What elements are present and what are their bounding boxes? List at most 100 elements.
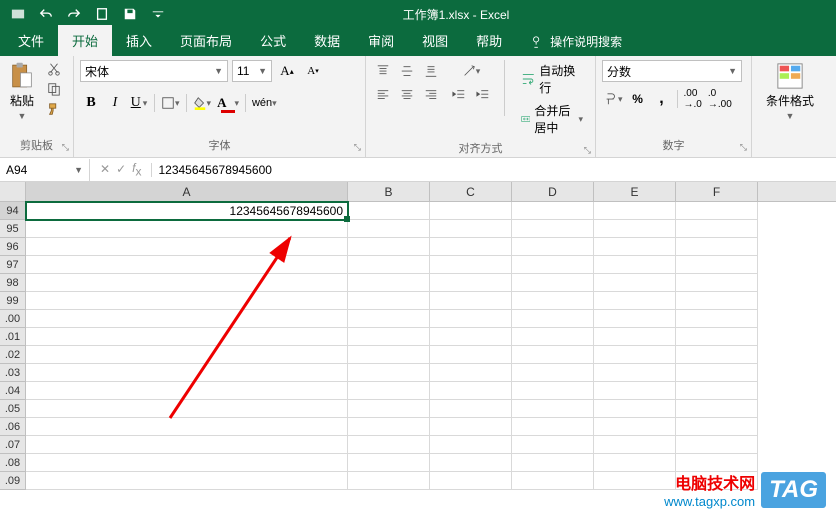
qat-customize-icon[interactable] [146, 3, 170, 25]
cell[interactable] [594, 256, 676, 274]
cell[interactable] [26, 400, 348, 418]
col-header-C[interactable]: C [430, 182, 512, 201]
align-bottom-icon[interactable] [420, 60, 442, 82]
cell[interactable] [348, 292, 430, 310]
row-header[interactable]: .08 [0, 454, 26, 472]
cell[interactable] [676, 238, 758, 256]
cell[interactable] [512, 436, 594, 454]
percent-icon[interactable]: % [627, 88, 649, 110]
font-name-select[interactable]: 宋体▼ [80, 60, 228, 82]
number-format-select[interactable]: 分数▼ [602, 60, 742, 82]
cell[interactable] [512, 328, 594, 346]
cell[interactable] [430, 454, 512, 472]
row-header[interactable]: 96 [0, 238, 26, 256]
row-header[interactable]: 99 [0, 292, 26, 310]
row-header[interactable]: 97 [0, 256, 26, 274]
cell[interactable] [512, 274, 594, 292]
cell[interactable] [594, 292, 676, 310]
tell-me[interactable]: 操作说明搜索 [516, 27, 636, 56]
cell[interactable] [430, 220, 512, 238]
tab-view[interactable]: 视图 [408, 25, 462, 56]
cell[interactable] [676, 346, 758, 364]
row-header[interactable]: .02 [0, 346, 26, 364]
grow-font-icon[interactable]: A▴ [276, 60, 298, 82]
tab-formula[interactable]: 公式 [246, 25, 300, 56]
cell[interactable] [26, 346, 348, 364]
cell[interactable] [594, 436, 676, 454]
new-icon[interactable] [90, 3, 114, 25]
cell[interactable] [594, 400, 676, 418]
cell[interactable] [348, 220, 430, 238]
cancel-icon[interactable]: ✕ [100, 162, 110, 176]
cell[interactable] [430, 292, 512, 310]
tab-layout[interactable]: 页面布局 [166, 25, 246, 56]
cell[interactable] [512, 238, 594, 256]
cell[interactable] [594, 328, 676, 346]
row-header[interactable]: .00 [0, 310, 26, 328]
cell[interactable] [512, 346, 594, 364]
cell[interactable] [594, 364, 676, 382]
accounting-icon[interactable]: ▾ [602, 88, 625, 110]
cell[interactable] [348, 364, 430, 382]
cell[interactable] [676, 328, 758, 346]
increase-decimal-icon[interactable]: .00→.0 [682, 88, 704, 110]
align-center-icon[interactable] [396, 84, 418, 106]
row-header[interactable]: .04 [0, 382, 26, 400]
cell[interactable] [26, 472, 348, 490]
cell[interactable] [430, 256, 512, 274]
cell[interactable] [676, 418, 758, 436]
underline-button[interactable]: U▾ [128, 92, 150, 114]
cell[interactable] [26, 292, 348, 310]
col-header-B[interactable]: B [348, 182, 430, 201]
save-icon[interactable] [118, 3, 142, 25]
cell[interactable] [26, 364, 348, 382]
tab-review[interactable]: 审阅 [354, 25, 408, 56]
fill-color-button[interactable]: ▾ [191, 92, 214, 114]
comma-icon[interactable]: , [651, 88, 673, 110]
cell[interactable] [26, 436, 348, 454]
align-middle-icon[interactable] [396, 60, 418, 82]
cell[interactable] [594, 346, 676, 364]
cell[interactable] [512, 310, 594, 328]
cell[interactable] [430, 238, 512, 256]
italic-button[interactable]: I [104, 92, 126, 114]
cell[interactable] [430, 202, 512, 220]
cell[interactable] [512, 202, 594, 220]
cell[interactable] [676, 310, 758, 328]
tab-insert[interactable]: 插入 [112, 25, 166, 56]
tab-home[interactable]: 开始 [58, 25, 112, 56]
cell[interactable] [512, 454, 594, 472]
cell[interactable] [26, 310, 348, 328]
cell[interactable] [348, 400, 430, 418]
cell[interactable] [430, 328, 512, 346]
cell[interactable] [348, 256, 430, 274]
cell[interactable] [348, 310, 430, 328]
cell[interactable] [594, 274, 676, 292]
app-icon[interactable] [6, 3, 30, 25]
align-left-icon[interactable] [372, 84, 394, 106]
cell[interactable] [430, 418, 512, 436]
row-header[interactable]: .07 [0, 436, 26, 454]
tab-help[interactable]: 帮助 [462, 25, 516, 56]
col-header-E[interactable]: E [594, 182, 676, 201]
tab-file[interactable]: 文件 [4, 25, 58, 56]
cell[interactable] [512, 418, 594, 436]
cut-icon[interactable] [44, 60, 64, 78]
wrap-text-button[interactable]: 自动换行 [515, 60, 589, 98]
cell[interactable] [348, 382, 430, 400]
cell[interactable] [348, 346, 430, 364]
font-size-select[interactable]: 11▼ [232, 60, 272, 82]
redo-icon[interactable] [62, 3, 86, 25]
cell[interactable] [26, 418, 348, 436]
merge-center-button[interactable]: 合并后居中▾ [515, 100, 589, 138]
bold-button[interactable]: B [80, 92, 102, 114]
cell[interactable] [348, 454, 430, 472]
cell[interactable] [430, 346, 512, 364]
cell[interactable] [676, 382, 758, 400]
cell[interactable] [594, 310, 676, 328]
row-header[interactable]: 94 [0, 202, 26, 220]
cell[interactable] [26, 256, 348, 274]
fx-icon[interactable]: fx [132, 161, 141, 178]
cell[interactable] [512, 382, 594, 400]
cell[interactable] [676, 274, 758, 292]
